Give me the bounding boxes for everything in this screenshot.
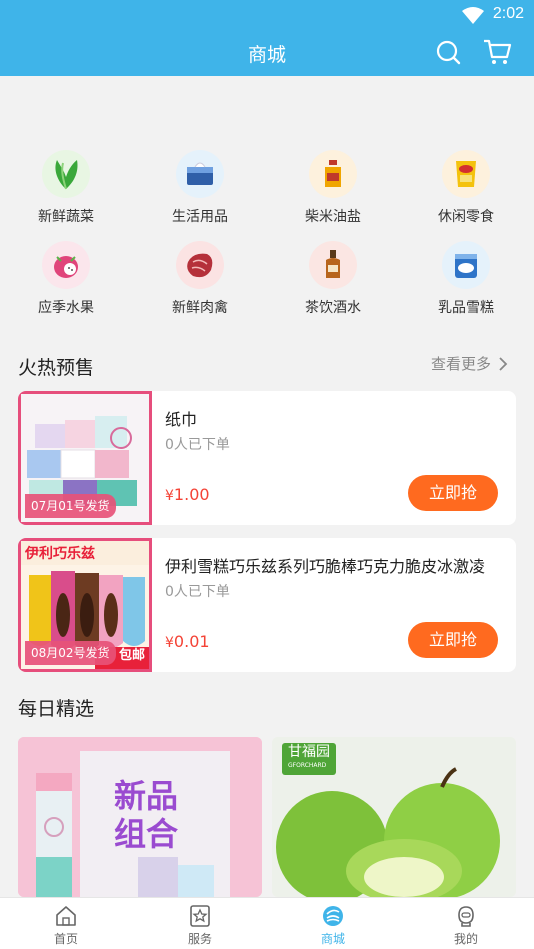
presale-card[interactable]: 07月01号发货 纸巾 0人已下单 ¥1.00 立即抢: [18, 391, 516, 525]
currency-symbol: ¥: [165, 635, 174, 651]
tissue-icon: [176, 150, 224, 198]
daily-item-apple[interactable]: 甘福园 GFORCHARD: [272, 737, 516, 897]
chips-icon: [442, 150, 490, 198]
tab-profile[interactable]: 我的: [426, 904, 506, 947]
product-image-ice-cream: 伊利巧乐兹 包邮 08月02号发货: [18, 538, 152, 672]
category-label: 茶饮酒水: [305, 300, 361, 316]
buy-now-button[interactable]: 立即抢: [408, 475, 498, 511]
app-bar: 商城: [0, 30, 534, 76]
category-meat[interactable]: 新鲜肉禽: [150, 241, 250, 317]
oil-bottle-icon: [309, 150, 357, 198]
tab-service[interactable]: 服务: [160, 904, 240, 947]
tab-profile-label: 我的: [453, 932, 478, 946]
home-icon: [56, 906, 76, 926]
status-bar: 2:02: [0, 0, 534, 30]
daily-section-title: 每日精选: [18, 698, 95, 720]
view-more-label: 查看更多: [430, 355, 491, 373]
product-image-text: 新品组合: [114, 777, 179, 853]
tab-home-label: 首页: [53, 932, 78, 946]
status-time: 2:02: [492, 5, 524, 22]
category-drinks[interactable]: 茶饮酒水: [283, 241, 383, 317]
vegetable-icon: [42, 150, 90, 198]
daily-item-new-combo[interactable]: 新品组合: [18, 737, 262, 897]
category-label: 乳品雪糕: [438, 300, 494, 316]
liquor-bottle-icon: [309, 241, 357, 289]
tab-home[interactable]: 首页: [26, 904, 106, 947]
product-image-tag-text: 包邮: [118, 648, 145, 663]
category-label: 新鲜肉禽: [172, 300, 228, 316]
buy-now-button[interactable]: 立即抢: [408, 622, 498, 658]
order-count: 0人已下单: [165, 584, 230, 600]
ice-cream-icon: [442, 241, 490, 289]
wifi-icon: [462, 7, 484, 24]
presale-section-title: 火热预售: [18, 357, 95, 379]
product-name: 伊利雪糕巧乐兹系列巧脆棒巧克力脆皮冰激凌: [165, 557, 486, 576]
category-daily-goods[interactable]: 生活用品: [150, 150, 250, 226]
view-more-link[interactable]: 查看更多: [431, 353, 508, 374]
brand-badge-name: 甘福园: [288, 744, 330, 760]
category-grain-oil[interactable]: 柴米油盐: [283, 150, 383, 226]
profile-icon: [458, 906, 474, 927]
presale-card[interactable]: 伊利巧乐兹 包邮 08月02号发货 伊利雪糕巧乐兹系列巧脆棒巧克力脆皮冰激凌 0…: [18, 538, 516, 672]
brand-badge: 甘福园 GFORCHARD: [282, 743, 336, 775]
category-fruits[interactable]: 应季水果: [16, 241, 116, 317]
order-count: 0人已下单: [165, 437, 230, 453]
category-snacks[interactable]: 休闲零食: [416, 150, 516, 226]
search-icon[interactable]: [434, 38, 462, 66]
product-name: 纸巾: [165, 410, 198, 429]
price-value: 0.01: [173, 632, 210, 651]
product-image-brand-text: 伊利巧乐兹: [25, 546, 95, 562]
category-label: 柴米油盐: [305, 209, 361, 225]
tab-mall[interactable]: 商城: [293, 904, 373, 947]
dragon-fruit-icon: [42, 241, 90, 289]
product-price: ¥0.01: [165, 632, 210, 651]
product-price: ¥1.00: [165, 485, 210, 504]
ship-date-badge: 07月01号发货: [25, 494, 116, 518]
category-vegetables[interactable]: 新鲜蔬菜: [16, 150, 116, 226]
price-value: 1.00: [173, 485, 210, 504]
tab-mall-label: 商城: [320, 932, 345, 946]
brand-badge-subtext: GFORCHARD: [288, 762, 327, 769]
bottom-tab-bar: 首页 服务 商城 我的: [0, 897, 534, 949]
service-star-icon: [190, 905, 210, 927]
currency-symbol: ¥: [165, 488, 174, 504]
ship-date-badge: 08月02号发货: [25, 641, 116, 665]
category-label: 新鲜蔬菜: [38, 209, 94, 225]
category-label: 应季水果: [38, 300, 94, 316]
category-dairy[interactable]: 乳品雪糕: [416, 241, 516, 317]
cart-icon[interactable]: [482, 38, 512, 66]
product-image-tissue: 07月01号发货: [18, 391, 152, 525]
category-label: 生活用品: [172, 209, 228, 225]
mall-icon: [323, 906, 343, 926]
tab-service-label: 服务: [187, 932, 212, 946]
category-label: 休闲零食: [438, 209, 494, 225]
meat-icon: [176, 241, 224, 289]
chevron-right-icon: [499, 356, 508, 371]
